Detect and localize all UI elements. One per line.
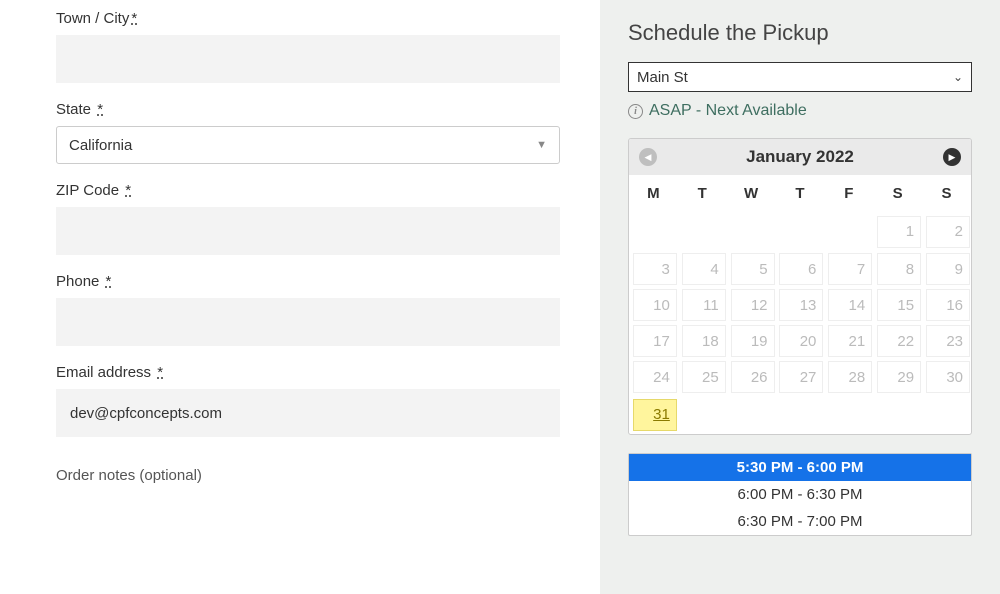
calendar-day[interactable]: 14 <box>828 289 872 321</box>
calendar-day[interactable]: 9 <box>926 253 970 285</box>
required-marker: * <box>131 10 137 27</box>
calendar-day[interactable]: 22 <box>877 325 921 357</box>
calendar-day[interactable]: 27 <box>779 361 823 393</box>
calendar-dow: F <box>824 175 873 212</box>
state-label: State * <box>56 101 560 118</box>
calendar-day[interactable]: 26 <box>731 361 775 393</box>
calendar-day[interactable]: 17 <box>633 325 677 357</box>
calendar-day[interactable]: 4 <box>682 253 726 285</box>
order-notes-label: Order notes (optional) <box>56 467 202 484</box>
phone-group: Phone * <box>56 273 560 346</box>
time-slot-list: 5:30 PM - 6:00 PM6:00 PM - 6:30 PM6:30 P… <box>628 453 972 536</box>
calendar-day[interactable]: 6 <box>779 253 823 285</box>
state-group: State * California ▼ <box>56 101 560 164</box>
label-text: ZIP Code <box>56 182 119 199</box>
phone-label: Phone * <box>56 273 560 290</box>
required-marker: * <box>157 364 163 381</box>
schedule-title: Schedule the Pickup <box>628 20 972 46</box>
required-marker: * <box>125 182 131 199</box>
calendar-day[interactable]: 12 <box>731 289 775 321</box>
time-slot[interactable]: 6:30 PM - 7:00 PM <box>629 508 971 535</box>
label-text: Email address <box>56 364 151 381</box>
calendar-day[interactable]: 16 <box>926 289 970 321</box>
required-marker: * <box>106 273 112 290</box>
schedule-panel: Schedule the Pickup Main St ⌄ i ASAP - N… <box>600 0 1000 594</box>
calendar-day[interactable]: 2 <box>926 216 970 248</box>
calendar: ◀ January 2022 ▶ MTWTFSS 123456789101112… <box>628 138 972 435</box>
calendar-prev-button[interactable]: ◀ <box>639 148 657 166</box>
calendar-day <box>682 396 726 428</box>
zip-group: ZIP Code * <box>56 182 560 255</box>
calendar-day[interactable]: 7 <box>828 253 872 285</box>
label-text: State <box>56 101 91 118</box>
calendar-day <box>926 396 970 428</box>
required-marker: * <box>97 101 103 118</box>
calendar-day[interactable]: 5 <box>731 253 775 285</box>
order-notes-group: Order notes (optional) <box>56 467 560 485</box>
calendar-day[interactable]: 13 <box>779 289 823 321</box>
calendar-day[interactable]: 21 <box>828 325 872 357</box>
calendar-day[interactable]: 15 <box>877 289 921 321</box>
calendar-day[interactable]: 23 <box>926 325 970 357</box>
calendar-dow: T <box>678 175 727 212</box>
calendar-dow: S <box>922 175 971 212</box>
calendar-day[interactable]: 18 <box>682 325 726 357</box>
zip-label: ZIP Code * <box>56 182 560 199</box>
calendar-day[interactable]: 10 <box>633 289 677 321</box>
town-city-group: Town / City* <box>56 10 560 83</box>
calendar-day[interactable]: 19 <box>731 325 775 357</box>
calendar-day <box>877 396 921 428</box>
calendar-day <box>731 213 775 245</box>
calendar-dow: W <box>727 175 776 212</box>
calendar-day <box>731 396 775 428</box>
calendar-day[interactable]: 28 <box>828 361 872 393</box>
label-text: Phone <box>56 273 99 290</box>
calendar-day <box>682 213 726 245</box>
calendar-header: ◀ January 2022 ▶ <box>629 139 971 175</box>
calendar-day[interactable]: 25 <box>682 361 726 393</box>
zip-input[interactable] <box>56 207 560 255</box>
phone-input[interactable] <box>56 298 560 346</box>
asap-option[interactable]: i ASAP - Next Available <box>628 102 972 120</box>
time-slot[interactable]: 6:00 PM - 6:30 PM <box>629 481 971 508</box>
billing-form: Town / City* State * California ▼ ZIP Co… <box>0 0 600 594</box>
calendar-day[interactable]: 24 <box>633 361 677 393</box>
calendar-day <box>779 213 823 245</box>
calendar-day <box>779 396 823 428</box>
calendar-day[interactable]: 3 <box>633 253 677 285</box>
time-slot[interactable]: 5:30 PM - 6:00 PM <box>629 454 971 481</box>
chevron-down-icon: ▼ <box>536 139 547 151</box>
label-text: Town / City <box>56 10 129 27</box>
calendar-dow: S <box>873 175 922 212</box>
calendar-day[interactable]: 11 <box>682 289 726 321</box>
asap-label: ASAP - Next Available <box>649 102 807 120</box>
calendar-dow: M <box>629 175 678 212</box>
location-selected-value: Main St <box>637 69 688 86</box>
calendar-day[interactable]: 8 <box>877 253 921 285</box>
location-select[interactable]: Main St ⌄ <box>628 62 972 92</box>
calendar-grid: MTWTFSS 12345678910111213141516171819202… <box>629 175 971 434</box>
calendar-day[interactable]: 30 <box>926 361 970 393</box>
info-icon: i <box>628 104 643 119</box>
calendar-dow: T <box>776 175 825 212</box>
email-group: Email address * <box>56 364 560 437</box>
calendar-month-label: January 2022 <box>746 147 854 167</box>
calendar-next-button[interactable]: ▶ <box>943 148 961 166</box>
calendar-day[interactable]: 31 <box>633 399 677 431</box>
email-input[interactable] <box>56 389 560 437</box>
email-label: Email address * <box>56 364 560 381</box>
calendar-day[interactable]: 29 <box>877 361 921 393</box>
calendar-day[interactable]: 1 <box>877 216 921 248</box>
calendar-day <box>633 213 677 245</box>
calendar-day <box>828 396 872 428</box>
town-city-label: Town / City* <box>56 10 560 27</box>
state-select[interactable]: California ▼ <box>56 126 560 164</box>
chevron-down-icon: ⌄ <box>953 70 963 84</box>
state-selected-value: California <box>69 137 132 154</box>
calendar-day <box>828 213 872 245</box>
town-city-input[interactable] <box>56 35 560 83</box>
calendar-day[interactable]: 20 <box>779 325 823 357</box>
